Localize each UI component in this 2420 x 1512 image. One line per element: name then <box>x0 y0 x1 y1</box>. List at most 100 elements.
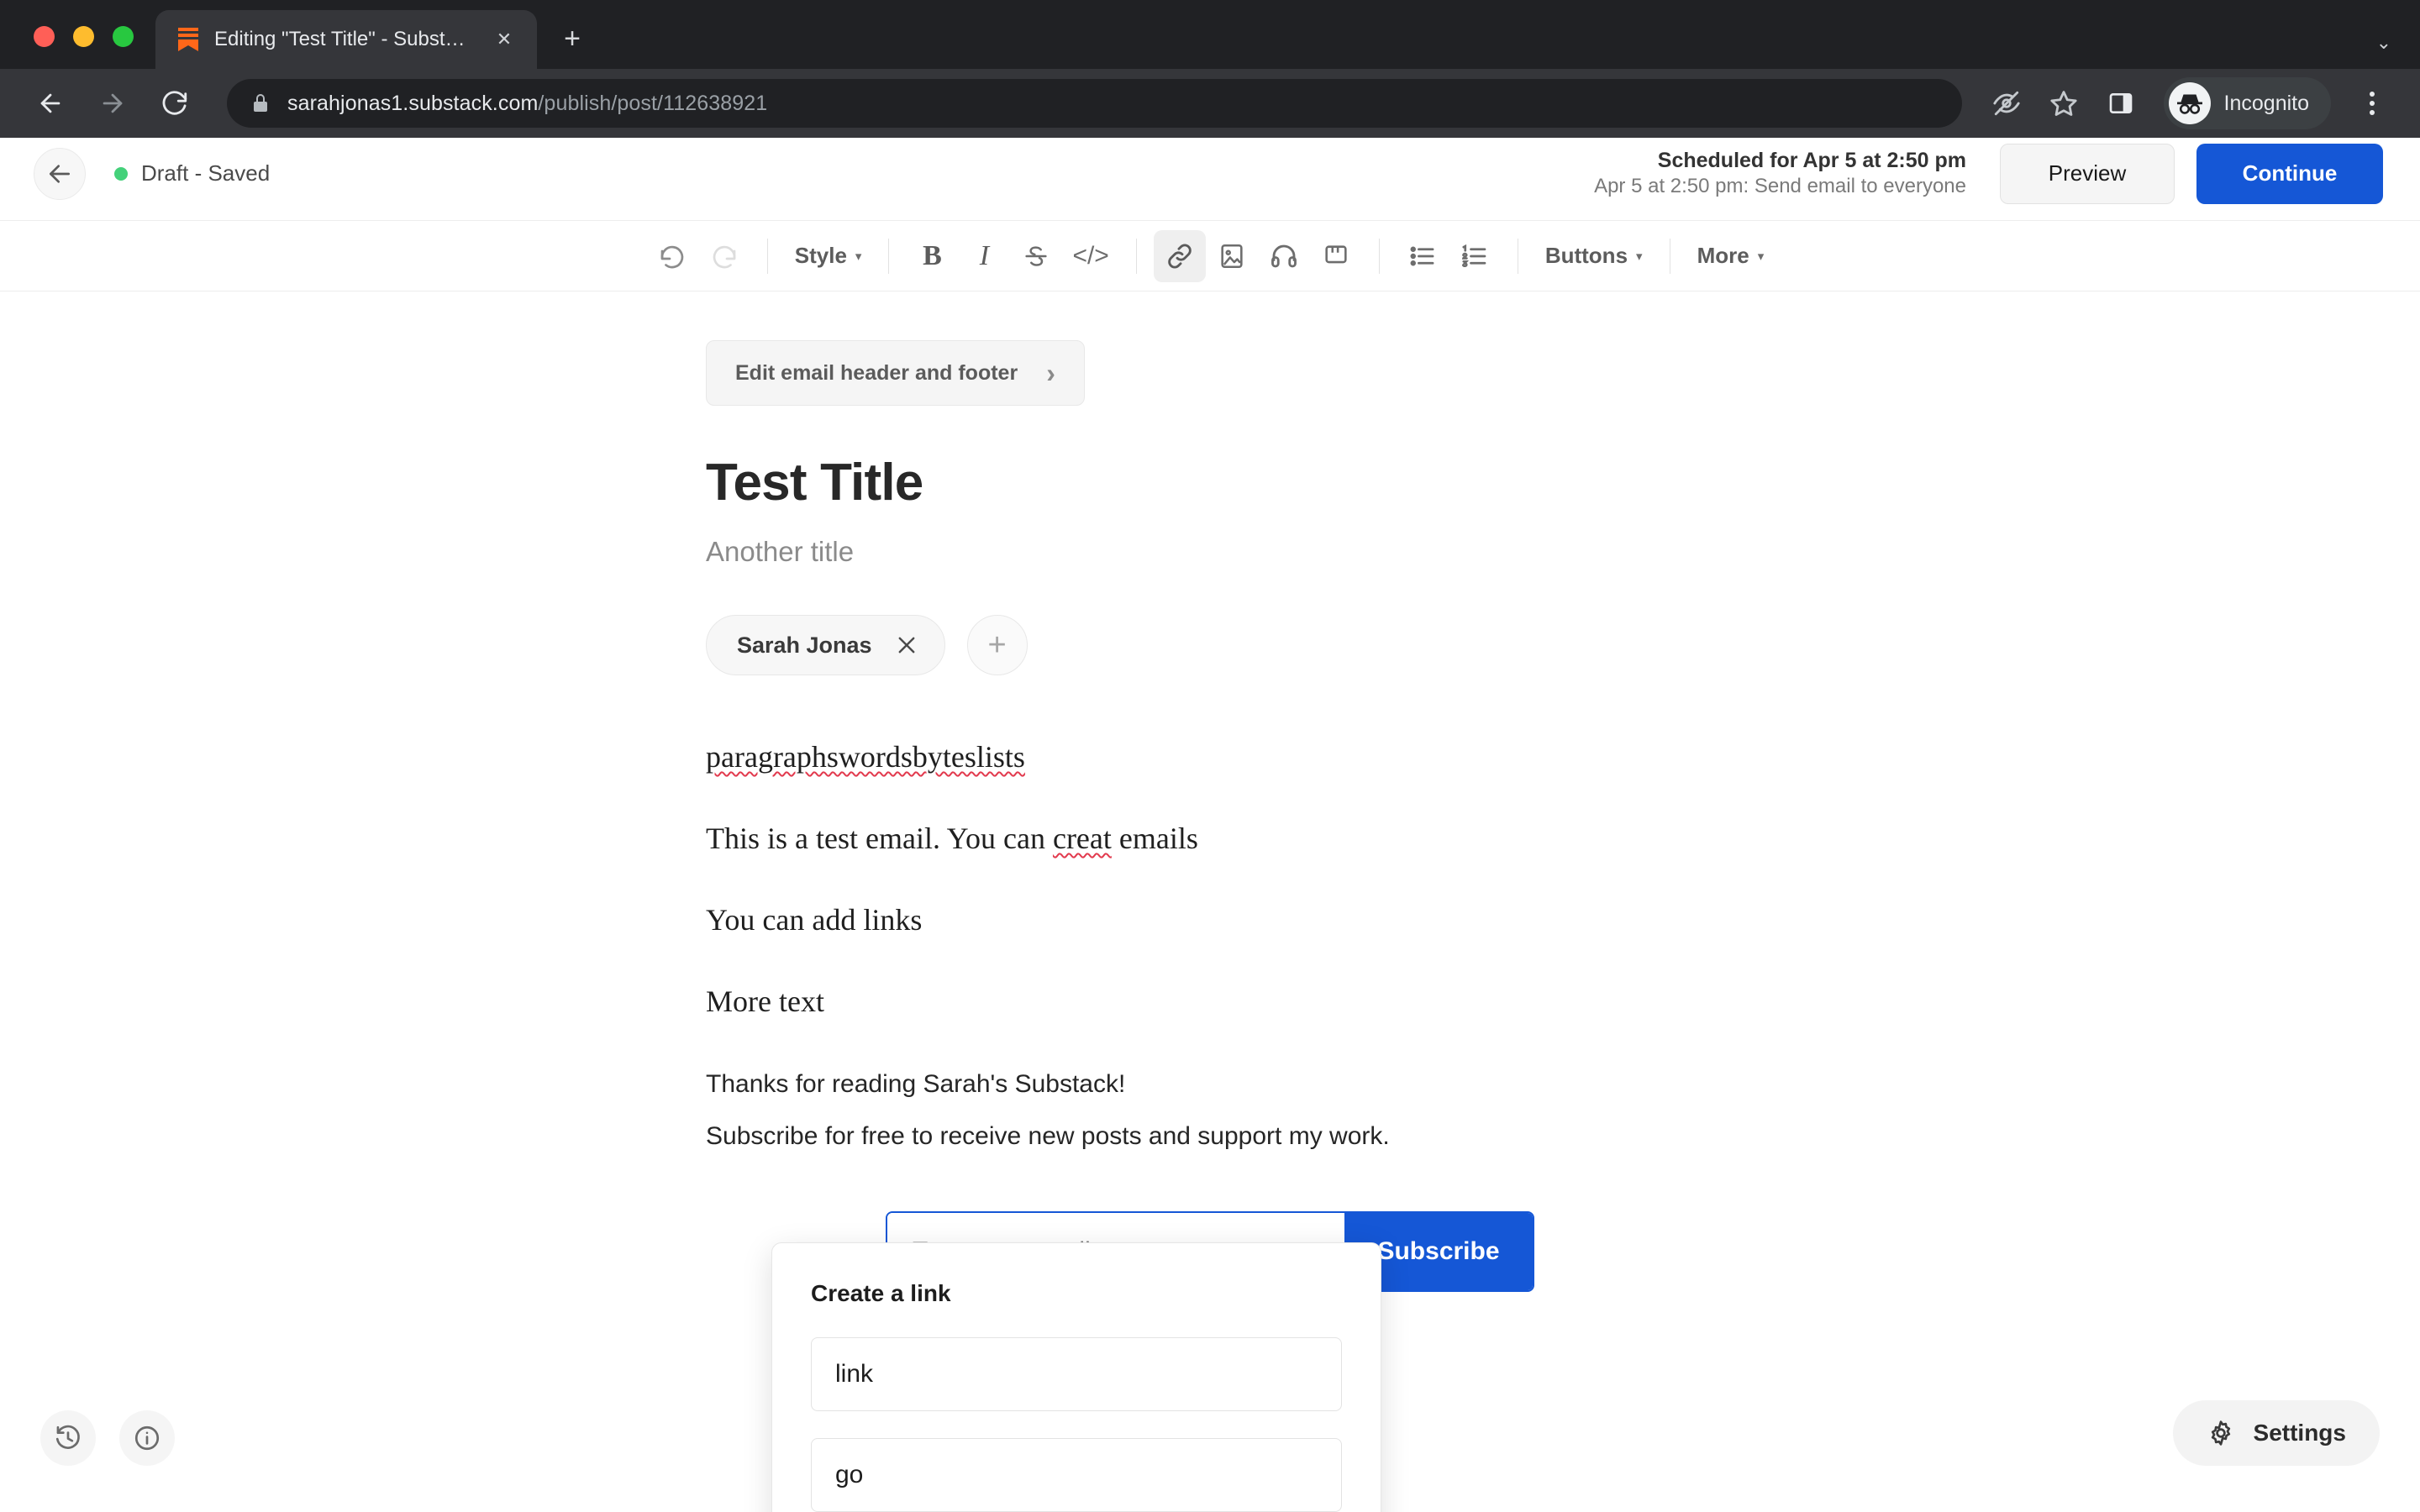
byline: Sarah Jonas + <box>706 615 1714 675</box>
code-button[interactable]: </> <box>1062 230 1118 282</box>
browser-tab-active[interactable]: Editing "Test Title" - Substack ✕ <box>155 10 537 69</box>
more-dropdown[interactable]: More ▾ <box>1687 230 1775 282</box>
substack-editor-app: Draft - Saved Scheduled for Apr 5 at 2:5… <box>0 138 2420 1512</box>
buttons-dropdown[interactable]: Buttons ▾ <box>1535 230 1653 282</box>
minimize-window-button[interactable] <box>73 26 94 47</box>
window-traffic-lights <box>0 26 155 69</box>
paragraph-2[interactable]: This is a test email. You can creat emai… <box>706 817 1714 860</box>
browser-tab-strip: Editing "Test Title" - Substack ✕ + ⌄ <box>0 0 2420 69</box>
schedule-secondary-text: Apr 5 at 2:50 pm: Send email to everyone <box>1594 175 1966 198</box>
toolbar-divider <box>1135 238 1137 274</box>
editor-corner-controls <box>40 1410 175 1466</box>
chevron-down-icon: ▾ <box>1757 249 1765 264</box>
post-subtitle[interactable]: Another title <box>706 536 1714 568</box>
bold-icon: B <box>923 239 942 271</box>
history-clock-icon[interactable] <box>40 1410 96 1466</box>
incognito-profile-button[interactable]: Incognito <box>2163 77 2331 129</box>
link-button[interactable] <box>1153 229 1206 282</box>
maximize-window-button[interactable] <box>113 26 134 47</box>
substack-icon <box>177 27 199 52</box>
post-title[interactable]: Test Title <box>706 453 1714 512</box>
paragraph-3[interactable]: You can add links <box>706 899 1714 942</box>
chevron-down-icon: ▾ <box>1636 249 1643 264</box>
author-chip[interactable]: Sarah Jonas <box>706 615 945 675</box>
remove-author-icon[interactable] <box>894 633 919 658</box>
paragraph-4[interactable]: More text <box>706 980 1714 1023</box>
reload-icon[interactable] <box>148 76 202 130</box>
continue-button[interactable]: Continue <box>2196 143 2383 204</box>
back-arrow-icon[interactable] <box>24 76 77 130</box>
buttons-dropdown-label: Buttons <box>1544 243 1628 268</box>
strikethrough-button[interactable] <box>1010 230 1062 282</box>
bullet-list-button[interactable] <box>1397 230 1449 282</box>
side-panel-icon[interactable] <box>2096 79 2145 128</box>
close-tab-button[interactable]: ✕ <box>490 25 518 54</box>
incognito-label: Incognito <box>2223 91 2309 115</box>
link-text-input[interactable] <box>811 1337 1342 1411</box>
edit-email-header-footer-button[interactable]: Edit email header and footer › <box>706 340 1085 406</box>
preview-button[interactable]: Preview <box>2000 143 2175 204</box>
incognito-icon <box>2168 82 2211 124</box>
browser-omnibar: sarahjonas1.substack.com/publish/post/11… <box>0 69 2420 138</box>
author-name: Sarah Jonas <box>737 632 872 658</box>
audio-button[interactable] <box>1258 230 1310 282</box>
address-bar-url: sarahjonas1.substack.com/publish/post/11… <box>287 92 767 116</box>
close-window-button[interactable] <box>34 26 55 47</box>
settings-button[interactable]: Settings <box>2172 1400 2380 1466</box>
post-document: Edit email header and footer › Test Titl… <box>706 291 1714 1293</box>
bold-button[interactable]: B <box>906 230 958 282</box>
numbered-list-button[interactable] <box>1449 230 1501 282</box>
paragraph-1[interactable]: paragraphswordsbyteslists <box>706 736 1714 779</box>
editor-canvas: Edit email header and footer › Test Titl… <box>0 291 2420 1512</box>
browser-window: Editing "Test Title" - Substack ✕ + ⌄ sa… <box>0 0 2420 1512</box>
draft-status-label: Draft - Saved <box>141 160 271 186</box>
eye-slash-icon[interactable] <box>1982 79 2031 128</box>
toolbar-divider <box>766 238 768 274</box>
link-url-input[interactable] <box>811 1438 1342 1512</box>
redo-icon[interactable] <box>698 230 750 282</box>
gear-icon <box>2207 1419 2235 1447</box>
three-dot-menu-icon[interactable] <box>2348 79 2396 128</box>
url-path: /publish/post/112638921 <box>538 91 768 115</box>
italic-icon: I <box>979 239 990 271</box>
quote-button[interactable] <box>1310 230 1362 282</box>
edit-email-header-footer-label: Edit email header and footer <box>735 360 1018 385</box>
footer-line-1: Thanks for reading Sarah's Substack! <box>706 1070 1126 1099</box>
star-icon[interactable] <box>2039 79 2088 128</box>
chevron-down-icon: ▾ <box>855 249 862 264</box>
italic-button[interactable]: I <box>958 230 1010 282</box>
schedule-info: Scheduled for Apr 5 at 2:50 pm Apr 5 at … <box>1594 147 1966 200</box>
forward-arrow-icon[interactable] <box>86 76 139 130</box>
settings-label: Settings <box>2253 1420 2346 1446</box>
chevron-down-icon[interactable]: ⌄ <box>2376 32 2391 54</box>
schedule-primary-text: Scheduled for Apr 5 at 2:50 pm <box>1657 149 1966 173</box>
add-author-button[interactable]: + <box>966 615 1028 675</box>
chevron-right-icon: › <box>1046 357 1055 388</box>
status-dot <box>114 166 128 181</box>
misspelled-word: creat <box>1052 822 1112 856</box>
editor-header-actions: Scheduled for Apr 5 at 2:50 pm Apr 5 at … <box>1594 143 2383 204</box>
undo-icon[interactable] <box>646 230 698 282</box>
style-dropdown[interactable]: Style ▾ <box>785 230 872 282</box>
info-icon[interactable] <box>119 1410 175 1466</box>
image-button[interactable] <box>1206 230 1258 282</box>
editor-header: Draft - Saved Scheduled for Apr 5 at 2:5… <box>0 138 2420 221</box>
misspelled-word: paragraphswordsbyteslists <box>706 740 1025 774</box>
create-link-title: Create a link <box>811 1280 951 1306</box>
more-dropdown-label: More <box>1697 243 1749 268</box>
address-bar[interactable]: sarahjonas1.substack.com/publish/post/11… <box>227 79 1962 128</box>
footer-line-2: Subscribe for free to receive new posts … <box>706 1122 1390 1151</box>
code-icon: </> <box>1072 241 1109 270</box>
editor-toolbar: Style ▾ B I </> Buttons ▾ More ▾ <box>0 221 2420 291</box>
toolbar-divider <box>1378 238 1380 274</box>
new-tab-button[interactable]: + <box>550 17 594 60</box>
browser-tab-title: Editing "Test Title" - Substack <box>214 28 475 50</box>
toolbar-divider <box>888 238 890 274</box>
url-host: sarahjonas1.substack.com <box>287 91 539 115</box>
create-link-dialog: Create a link Link Cancel <box>771 1242 1381 1512</box>
editor-back-button[interactable] <box>34 147 86 200</box>
draft-status: Draft - Saved <box>114 160 270 186</box>
style-dropdown-label: Style <box>794 243 847 268</box>
lock-icon <box>250 92 271 114</box>
email-footer-block: Thanks for reading Sarah's Substack! Sub… <box>706 1070 1714 1151</box>
